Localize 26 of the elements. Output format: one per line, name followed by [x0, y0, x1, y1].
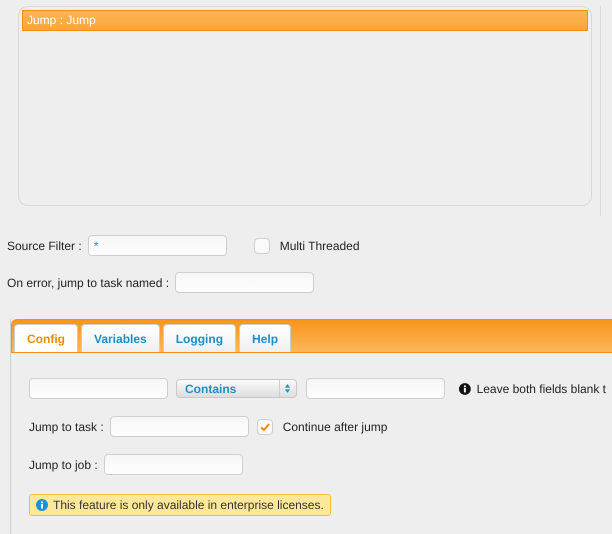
notice-text: This feature is only available in enterprise licenses. [53, 498, 324, 512]
continue-checkbox[interactable] [256, 418, 273, 434]
task-list[interactable]: Jump : Jump [18, 6, 592, 206]
jump-to-task-label: Jump to task : [29, 420, 104, 434]
multi-threaded-label: Multi Threaded [280, 238, 360, 252]
multi-threaded-checkbox[interactable] [254, 238, 270, 254]
value-field[interactable] [306, 378, 445, 399]
on-error-label: On error, jump to task named : [7, 276, 170, 290]
jump-to-job-field[interactable] [104, 454, 243, 475]
tab[interactable]: Logging [162, 324, 236, 352]
checkmark-icon [258, 420, 271, 432]
jump-to-job-label: Jump to job : [29, 458, 98, 472]
info-icon [458, 382, 471, 394]
tab[interactable]: Config [14, 324, 78, 352]
info-icon [36, 499, 48, 511]
jump-to-task-field[interactable] [110, 416, 249, 437]
source-filter-label: Source Filter : [7, 238, 82, 252]
operator-select[interactable]: Contains [176, 379, 297, 398]
tab[interactable]: Variables [81, 324, 160, 352]
tab[interactable]: Help [239, 324, 292, 352]
task-list-item[interactable]: Jump : Jump [22, 10, 588, 31]
on-error-task-field[interactable] [175, 272, 314, 293]
hint-text: Leave both fields blank t [476, 382, 606, 396]
continue-after-jump-label: Continue after jump [282, 420, 388, 434]
condition-field[interactable] [29, 378, 168, 399]
source-filter-field[interactable]: * [88, 235, 227, 256]
